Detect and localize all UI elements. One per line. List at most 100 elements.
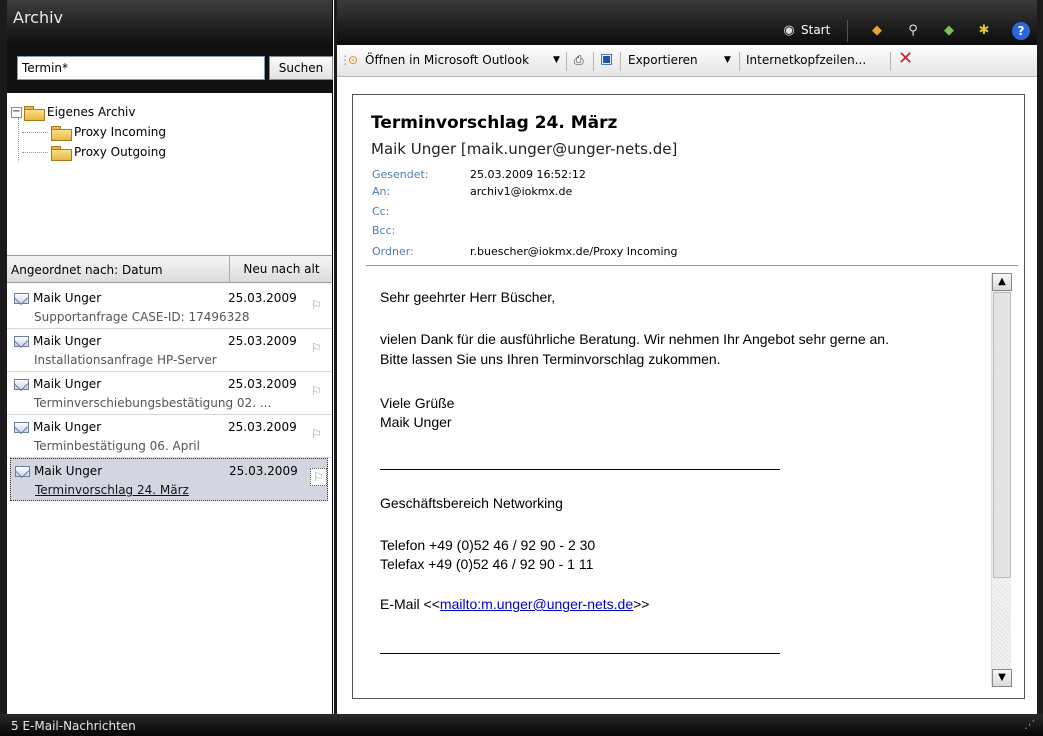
tree-item-proxy-incoming[interactable]: Proxy Incoming xyxy=(11,122,332,142)
start-button[interactable]: Start xyxy=(801,23,830,37)
mail-date: 25.03.2009 xyxy=(228,291,297,305)
archive-pane: Archiv Suchen − Eigenes Archiv Proxy Inco… xyxy=(0,0,333,714)
sort-by-button[interactable]: Angeordnet nach: Datum xyxy=(11,263,163,277)
status-text: 5 E-Mail-Nachrichten xyxy=(11,719,136,733)
email-link[interactable]: mailto:m.unger@unger-nets.de xyxy=(440,596,633,612)
mail-sender: Maik Unger xyxy=(33,334,102,348)
mail-subject: Terminvorschlag 24. März xyxy=(35,483,189,497)
settings-icon[interactable]: ✱ xyxy=(975,22,993,40)
tree-item-label: Proxy Incoming xyxy=(74,125,167,139)
folder-label: Ordner: xyxy=(372,245,414,258)
mail-sender: Maik Unger xyxy=(33,291,102,305)
envelope-icon xyxy=(14,422,29,433)
to-value: archiv1@iokmx.de xyxy=(470,185,573,198)
collapse-icon[interactable]: − xyxy=(11,107,22,118)
mail-subject: Terminverschiebungsbestätigung 02. ... xyxy=(34,396,272,410)
list-item[interactable]: Maik Unger 25.03.2009 ⚐ Terminverschiebu… xyxy=(7,372,332,415)
body-fax: Telefax +49 (0)52 46 / 92 90 - 1 11 xyxy=(380,556,594,572)
folder-icon xyxy=(24,106,45,121)
mail-sender: Maik Unger xyxy=(33,377,102,391)
body-scrollbar[interactable]: ▲ ▼ xyxy=(991,273,1012,687)
open-in-outlook-button[interactable]: Öffnen in Microsoft Outlook xyxy=(365,53,529,67)
dropdown-arrow-icon[interactable]: ▼ xyxy=(724,55,731,65)
message-body: Sehr geehrter Herr Büscher, vielen Dank … xyxy=(357,269,991,693)
home-icon[interactable]: ◆ xyxy=(868,22,886,40)
header-divider xyxy=(366,265,1018,266)
mail-sender: Maik Unger xyxy=(34,464,103,478)
to-label: An: xyxy=(372,185,391,198)
tree-item-label: Proxy Outgoing xyxy=(74,145,166,159)
save-icon[interactable]: ▣ xyxy=(600,51,613,67)
sent-value: 25.03.2009 16:52:12 xyxy=(470,168,586,181)
flag-icon[interactable]: ⚐ xyxy=(311,298,322,312)
separator xyxy=(566,52,567,71)
sort-order-button[interactable]: Neu nach alt xyxy=(229,256,333,282)
list-item[interactable]: Maik Unger 25.03.2009 ⚐ Terminbestätigun… xyxy=(7,415,332,458)
folder-icon xyxy=(51,146,72,161)
help-icon[interactable]: ? xyxy=(1012,22,1030,40)
separator xyxy=(620,52,621,71)
tree-connector xyxy=(22,152,48,153)
cc-label: Cc: xyxy=(372,205,390,218)
scroll-up-icon[interactable]: ▲ xyxy=(992,273,1012,291)
tree-connector xyxy=(22,132,48,133)
signature-rule xyxy=(380,469,780,470)
delete-icon[interactable]: ✕ xyxy=(898,48,913,69)
scroll-thumb[interactable] xyxy=(993,292,1011,578)
folder-tree: − Eigenes Archiv Proxy Incoming Proxy Out… xyxy=(7,96,332,254)
mail-date: 25.03.2009 xyxy=(228,377,297,391)
envelope-icon xyxy=(14,379,29,390)
separator xyxy=(890,52,891,71)
sent-label: Gesendet: xyxy=(372,168,429,181)
body-email-line: E-Mail <<mailto:m.unger@unger-nets.de>> xyxy=(380,596,649,612)
bcc-label: Bcc: xyxy=(372,224,396,237)
sort-bar: Angeordnet nach: Datum Neu nach alt xyxy=(7,255,332,283)
folder-icon xyxy=(51,126,72,141)
mail-list: Maik Unger 25.03.2009 ⚐ Supportanfrage C… xyxy=(7,286,332,501)
list-item-selected[interactable]: Maik Unger 25.03.2009 ⚐ Terminvorschlag … xyxy=(10,458,328,501)
body-text-line: vielen Dank für die ausführliche Beratun… xyxy=(380,331,889,347)
start-icon: ◉ xyxy=(783,23,795,38)
mail-date: 25.03.2009 xyxy=(228,334,297,348)
message-from: Maik Unger [maik.unger@unger-nets.de] xyxy=(371,140,678,158)
tree-item-eigenes-archiv[interactable]: − Eigenes Archiv xyxy=(11,102,332,122)
archive-header: Archiv xyxy=(7,0,332,47)
mail-subject: Terminbestätigung 06. April xyxy=(34,439,200,453)
search-input[interactable] xyxy=(17,56,265,80)
body-text-line: Bitte lassen Sie uns Ihren Terminvorschl… xyxy=(380,351,721,367)
print-icon[interactable]: ⎙ xyxy=(574,53,584,68)
email-suffix: >> xyxy=(633,596,650,612)
search-icon[interactable]: ⚲ xyxy=(904,22,922,40)
status-bar: 5 E-Mail-Nachrichten ⋰ xyxy=(0,714,1043,736)
flag-icon[interactable]: ⚐ xyxy=(311,427,322,441)
envelope-icon xyxy=(14,336,29,347)
body-closing: Viele Grüße xyxy=(380,395,455,411)
internet-headers-button[interactable]: Internetkopfzeilen... xyxy=(746,53,866,67)
top-bar: ◉ Start ◆ ⚲ ◆ ✱ ? xyxy=(337,0,1037,45)
envelope-icon xyxy=(14,293,29,304)
scroll-down-icon[interactable]: ▼ xyxy=(992,669,1012,687)
tree-item-proxy-outgoing[interactable]: Proxy Outgoing xyxy=(11,142,332,162)
toolbar: ⋮ ⊙ Öffnen in Microsoft Outlook ▼ ⎙ ▣ Ex… xyxy=(337,45,1037,77)
flag-icon[interactable]: ⚐ xyxy=(310,468,327,486)
dropdown-arrow-icon[interactable]: ▼ xyxy=(553,55,560,65)
message-subject: Terminvorschlag 24. März xyxy=(371,113,618,133)
body-phone: Telefon +49 (0)52 46 / 92 90 - 2 30 xyxy=(380,537,596,553)
body-signature: Maik Unger xyxy=(380,414,452,430)
list-item[interactable]: Maik Unger 25.03.2009 ⚐ Installationsanf… xyxy=(7,329,332,372)
export-button[interactable]: Exportieren xyxy=(628,53,698,67)
divider xyxy=(847,20,848,42)
outlook-icon: ⊙ xyxy=(348,53,359,67)
separator xyxy=(739,52,740,71)
list-item[interactable]: Maik Unger 25.03.2009 ⚐ Supportanfrage C… xyxy=(7,286,332,329)
mail-date: 25.03.2009 xyxy=(228,420,297,434)
resize-grip-icon[interactable]: ⋰ xyxy=(1024,718,1035,731)
signature-rule xyxy=(380,653,780,654)
reading-pane: ◉ Start ◆ ⚲ ◆ ✱ ? ⋮ ⊙ Öffnen in Microsof… xyxy=(334,0,1043,714)
search-button[interactable]: Suchen xyxy=(269,56,333,80)
flag-icon[interactable]: ⚐ xyxy=(311,341,322,355)
mail-date: 25.03.2009 xyxy=(229,464,298,478)
tree-item-label: Eigenes Archiv xyxy=(47,105,136,119)
flag-icon[interactable]: ⚐ xyxy=(311,384,322,398)
sync-icon[interactable]: ◆ xyxy=(940,22,958,40)
